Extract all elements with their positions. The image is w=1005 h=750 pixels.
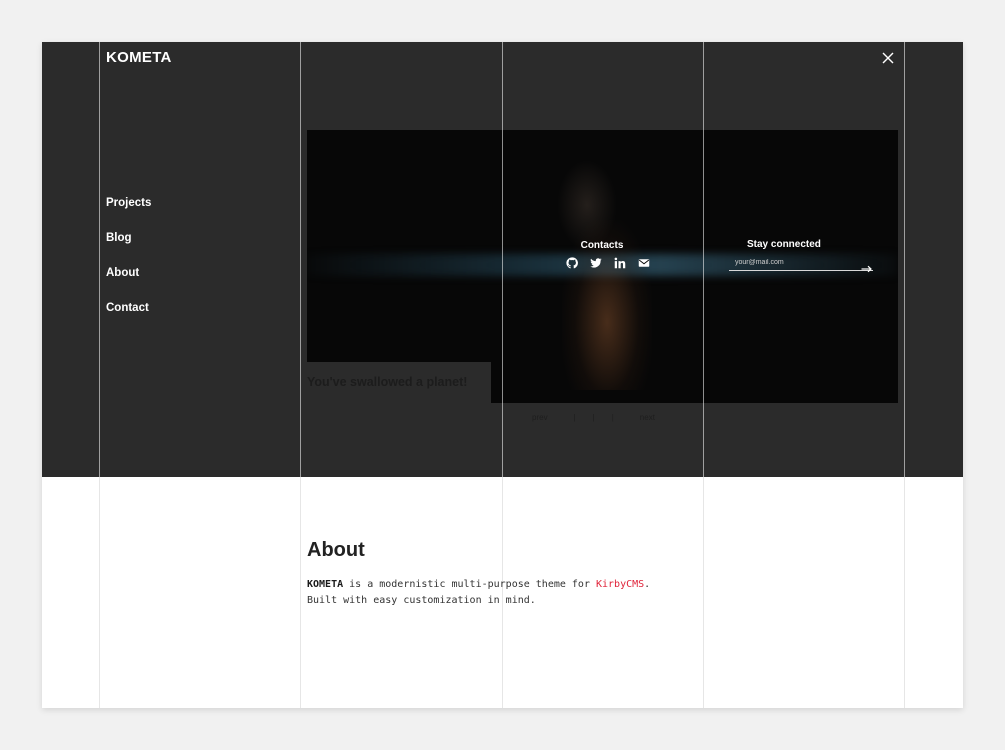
envelope-icon — [638, 259, 650, 267]
nav-item-contact[interactable]: Contact — [106, 301, 151, 336]
kirbycms-link[interactable]: KirbyCMS — [596, 579, 644, 590]
social-links — [560, 256, 656, 270]
linkedin-icon — [614, 257, 626, 269]
github-icon — [566, 257, 578, 269]
close-button[interactable] — [880, 50, 896, 66]
about-line-1: KOMETA is a modernistic multi-purpose th… — [307, 577, 650, 593]
pager-separator: | — [592, 413, 595, 422]
twitter-link[interactable] — [584, 256, 608, 270]
logo[interactable]: KOMETA — [106, 49, 172, 66]
nav-item-projects[interactable]: Projects — [106, 196, 151, 231]
nav-item-about[interactable]: About — [106, 266, 151, 301]
about-heading: About — [307, 539, 365, 561]
about-description: KOMETA is a modernistic multi-purpose th… — [307, 577, 650, 608]
pager-separator: | — [573, 413, 576, 422]
contacts-title: Contacts — [580, 240, 624, 251]
hero-title[interactable]: You've swallowed a planet! — [307, 375, 467, 389]
arrow-right-icon — [861, 265, 872, 273]
main-nav: Projects Blog About Contact — [106, 196, 151, 336]
about-line-2: Built with easy customization in mind. — [307, 594, 536, 606]
about-text-end: . — [644, 579, 651, 590]
newsletter-title: Stay connected — [747, 239, 821, 250]
pager-next-link[interactable]: next — [640, 413, 655, 422]
newsletter-form — [729, 255, 873, 273]
pager-prev-link[interactable]: prev — [532, 413, 548, 422]
email-link[interactable] — [632, 256, 656, 270]
newsletter-email-input[interactable] — [729, 255, 857, 271]
about-text-mid: is a modernistic multi-purpose theme for — [343, 579, 596, 590]
page-frame: KOMETA Projects Blog About Contact You'v… — [42, 42, 963, 708]
slider-pager: prev | | | next — [532, 413, 655, 422]
nav-item-blog[interactable]: Blog — [106, 231, 151, 266]
newsletter-submit-button[interactable] — [861, 260, 872, 273]
pager-separator: | — [611, 413, 614, 422]
about-brand: KOMETA — [307, 579, 344, 590]
github-link[interactable] — [560, 256, 584, 270]
linkedin-link[interactable] — [608, 256, 632, 270]
twitter-icon — [590, 258, 602, 268]
close-icon — [882, 52, 894, 64]
